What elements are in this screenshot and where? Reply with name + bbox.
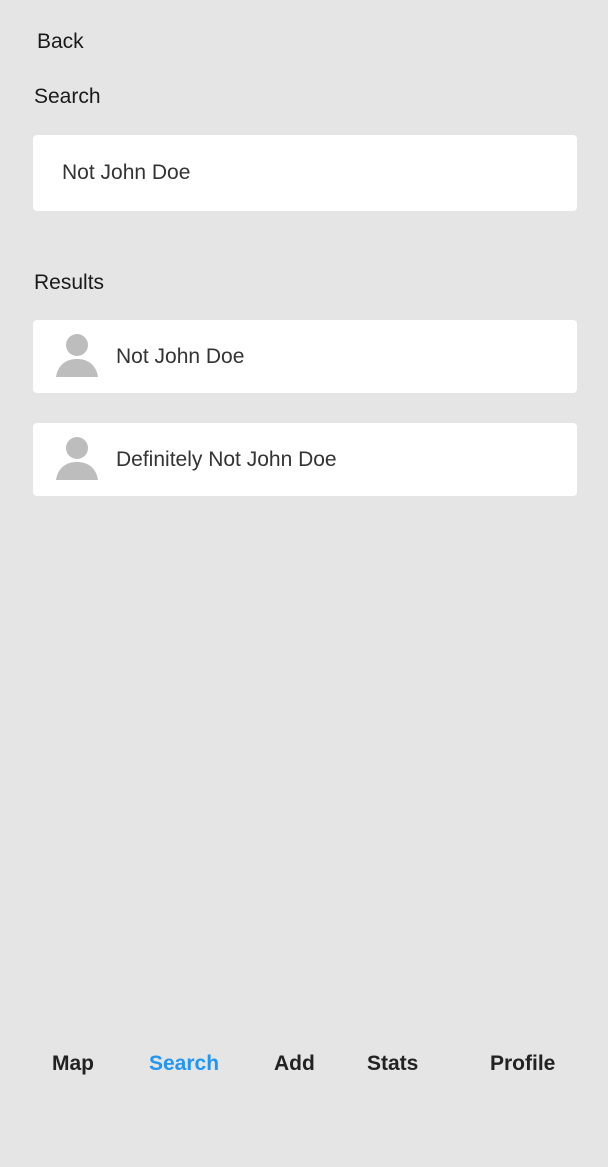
back-button[interactable]: Back [37, 30, 84, 54]
person-icon [55, 436, 99, 480]
bottom-tab-bar: Map Search Add Stats Profile [0, 1040, 608, 1088]
results-list: Not John Doe Definitely Not John Doe [33, 320, 577, 526]
person-icon [55, 333, 99, 377]
result-item[interactable]: Not John Doe [33, 320, 577, 393]
tab-search[interactable]: Search [149, 1040, 219, 1088]
tab-stats[interactable]: Stats [367, 1040, 418, 1088]
tab-profile[interactable]: Profile [490, 1040, 555, 1088]
tab-map[interactable]: Map [52, 1040, 94, 1088]
result-name: Not John Doe [116, 345, 245, 368]
search-label: Search [34, 85, 101, 108]
tab-add[interactable]: Add [274, 1040, 315, 1088]
search-field[interactable] [33, 135, 577, 211]
result-name: Definitely Not John Doe [116, 448, 337, 471]
result-item[interactable]: Definitely Not John Doe [33, 423, 577, 496]
results-label: Results [34, 271, 105, 294]
search-input[interactable] [33, 135, 577, 211]
